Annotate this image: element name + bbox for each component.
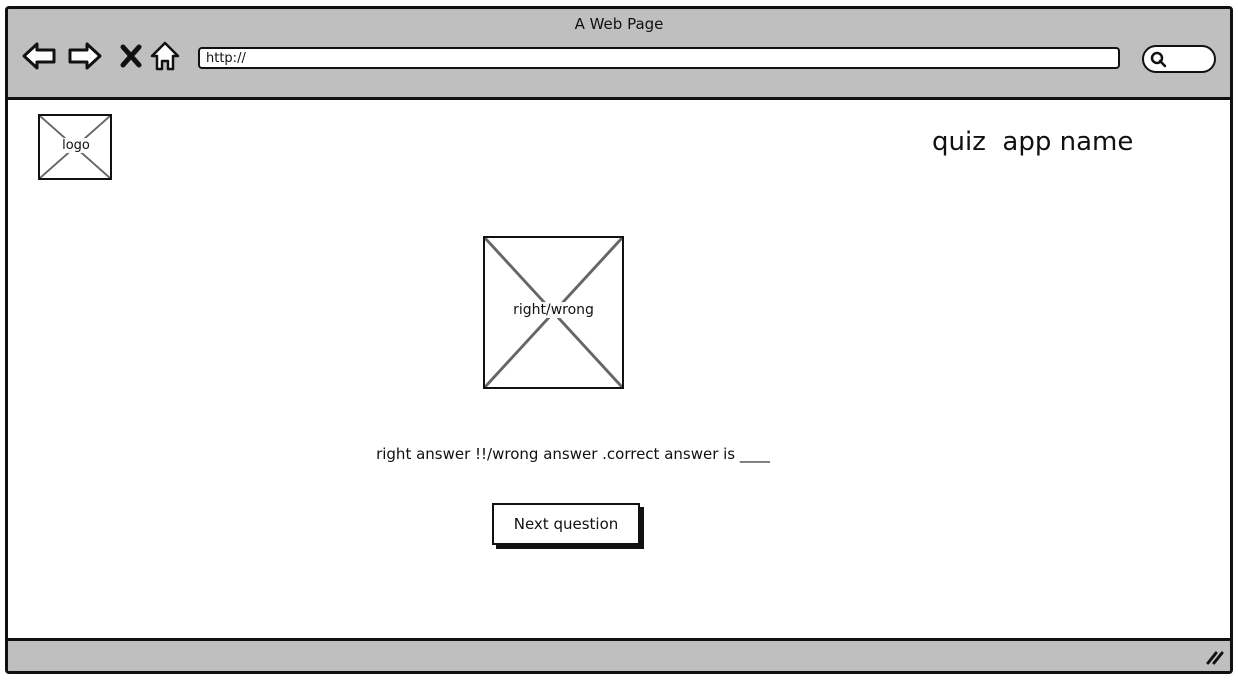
url-input[interactable] (198, 47, 1120, 69)
search-icon (1150, 51, 1167, 68)
result-image-label: right/wrong (485, 302, 622, 318)
answer-feedback-text: right answer !!/wrong answer .correct an… (376, 445, 770, 463)
close-icon (120, 44, 142, 68)
search-field[interactable] (1142, 45, 1216, 73)
stop-button[interactable] (114, 39, 148, 73)
logo-label: logo (58, 138, 94, 153)
arrow-left-icon (22, 42, 56, 70)
page-content: logo quiz app name right/wrong right ans… (8, 100, 1230, 637)
status-bar (8, 638, 1230, 671)
browser-window: A Web Page http:// logo quiz app name ri… (5, 6, 1233, 674)
window-title: A Web Page (574, 15, 664, 33)
forward-button[interactable] (68, 39, 102, 73)
arrow-right-icon (68, 42, 102, 70)
app-name: quiz app name (932, 127, 1134, 157)
home-icon (150, 41, 180, 71)
result-image: right/wrong (483, 236, 624, 389)
resize-grip-icon[interactable] (1204, 649, 1224, 665)
browser-toolbar: A Web Page (8, 9, 1230, 100)
back-button[interactable] (22, 39, 56, 73)
home-button[interactable] (148, 39, 182, 73)
next-question-button[interactable]: Next question (492, 503, 640, 545)
logo-image: logo (38, 114, 112, 180)
